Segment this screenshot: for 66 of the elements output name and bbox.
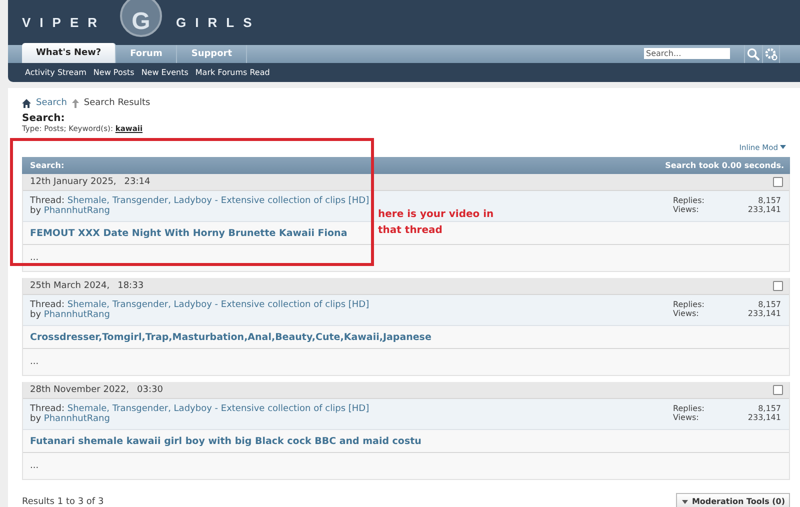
moderation-tools-button[interactable]: Moderation Tools (0) xyxy=(676,493,790,507)
author-link[interactable]: PhannhutRang xyxy=(44,414,110,424)
subnav-link[interactable]: New Events xyxy=(141,68,188,77)
select-checkbox[interactable] xyxy=(773,281,783,291)
stat-label: Views: xyxy=(673,413,699,422)
page-title: Search: xyxy=(22,113,66,124)
annotation-text: here is your video in that thread xyxy=(378,208,494,238)
nav-tab[interactable]: Forum xyxy=(116,45,178,63)
select-checkbox[interactable] xyxy=(773,385,783,395)
select-checkbox[interactable] xyxy=(773,177,783,187)
stat-label: Views: xyxy=(673,205,699,214)
caret-icon xyxy=(780,145,786,149)
logo-text: GIRLS xyxy=(176,15,261,30)
home-icon xyxy=(22,98,31,108)
gear-icon xyxy=(764,48,778,60)
stat-label: Views: xyxy=(673,309,699,318)
post-title-link[interactable]: Crossdresser,Tomgirl,Trap,Masturbation,Anal,Beauty,Cute,Kawaii,Japanese xyxy=(30,332,432,342)
stat-label: Replies: xyxy=(673,404,704,413)
breadcrumb-current: Search Results xyxy=(84,98,150,108)
stat-value: 233,141 xyxy=(748,205,781,214)
by-label: by xyxy=(30,310,42,320)
post-date: 28th November 2022, xyxy=(30,385,129,395)
search-timing: Search took 0.00 seconds. xyxy=(665,161,784,170)
thread-label: Thread: xyxy=(30,196,65,206)
post-snippet: ... xyxy=(30,461,39,471)
nav-tab[interactable]: Support xyxy=(177,45,248,63)
search-icon xyxy=(747,48,760,60)
thread-label: Thread: xyxy=(30,404,65,414)
advanced-search-button[interactable] xyxy=(762,45,780,63)
post-time: 03:30 xyxy=(137,385,163,395)
by-label: by xyxy=(30,414,42,424)
separator-icon xyxy=(72,98,79,108)
logo-badge[interactable]: G xyxy=(120,0,162,36)
thread-link[interactable]: Shemale, Transgender, Ladyboy - Extensive collection of clips [HD] xyxy=(67,196,370,206)
logo-text: VIPER xyxy=(22,15,106,30)
post-snippet: ... xyxy=(30,253,39,263)
by-label: by xyxy=(30,206,42,216)
search-button[interactable] xyxy=(744,45,762,63)
post-title-link[interactable]: Futanari shemale kawaii girl boy with big Black cock BBC and maid costu xyxy=(30,436,422,446)
stat-value: 233,141 xyxy=(748,309,781,318)
author-link[interactable]: PhannhutRang xyxy=(44,206,110,216)
search-field[interactable]: Search... xyxy=(644,48,730,59)
thread-label: Thread: xyxy=(30,300,65,310)
subnav-link[interactable]: New Posts xyxy=(93,68,134,77)
post-snippet: ... xyxy=(30,357,39,367)
caret-icon xyxy=(682,500,688,504)
post-title-link[interactable]: FEMOUT XXX Date Night With Horny Brunette Kawaii Fiona xyxy=(30,228,348,238)
breadcrumb-link[interactable]: Search xyxy=(36,98,67,108)
post-date: 12th January 2025, xyxy=(30,177,116,187)
author-link[interactable]: PhannhutRang xyxy=(44,310,110,320)
stat-value: 8,157 xyxy=(758,196,781,205)
results-count: Results 1 to 3 of 3 xyxy=(22,496,104,506)
stat-value: 8,157 xyxy=(758,300,781,309)
subnav-link[interactable]: Activity Stream xyxy=(25,68,86,77)
thread-link[interactable]: Shemale, Transgender, Ladyboy - Extensive collection of clips [HD] xyxy=(67,300,370,310)
subnav-link[interactable]: Mark Forums Read xyxy=(195,68,270,77)
post-time: 18:33 xyxy=(118,281,144,291)
nav-tab[interactable]: What's New? xyxy=(22,43,116,63)
thread-link[interactable]: Shemale, Transgender, Ladyboy - Extensive collection of clips [HD] xyxy=(67,404,370,414)
stat-label: Replies: xyxy=(673,196,704,205)
post-date: 25th March 2024, xyxy=(30,281,110,291)
results-title: Search: xyxy=(30,161,64,170)
post-time: 23:14 xyxy=(124,177,150,187)
stat-value: 233,141 xyxy=(748,413,781,422)
stat-label: Replies: xyxy=(673,300,704,309)
stat-value: 8,157 xyxy=(758,404,781,413)
